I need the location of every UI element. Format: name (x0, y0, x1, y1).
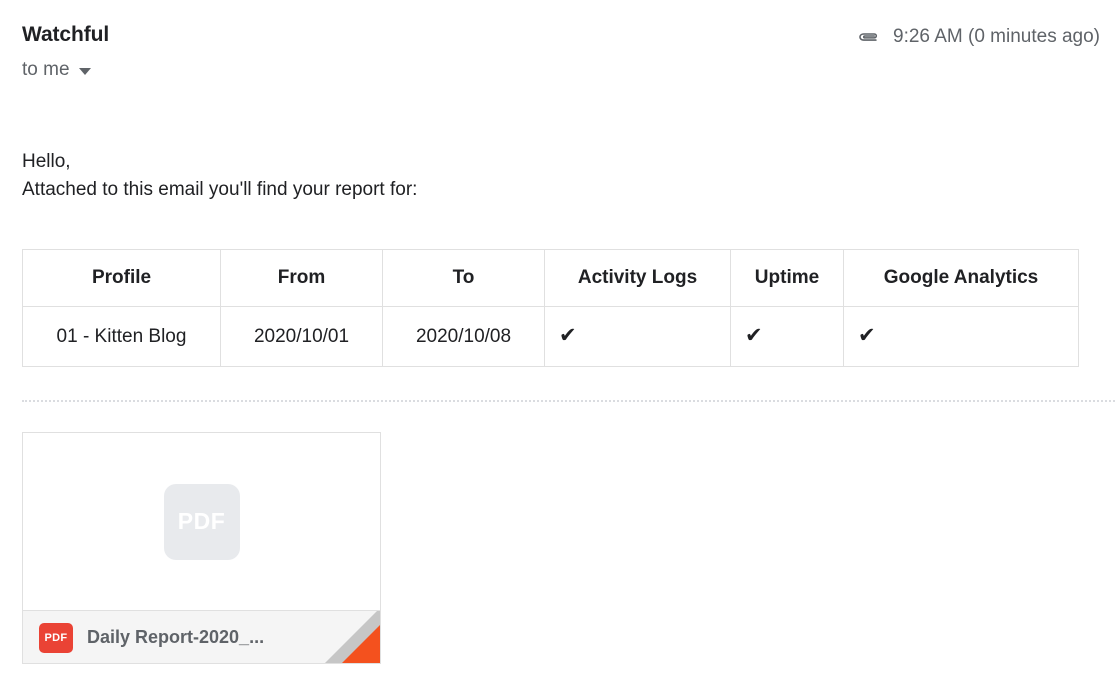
recipient-row[interactable]: to me (22, 59, 1100, 81)
column-header-profile: Profile (22, 249, 221, 307)
column-header-from: From (220, 249, 383, 307)
pdf-badge-label: PDF (44, 631, 68, 644)
checkmark-icon: ✔ (559, 324, 577, 347)
cell-uptime: ✔ (730, 306, 844, 367)
body-intro: Attached to this email you'll find your … (22, 179, 418, 200)
section-divider (22, 400, 1115, 402)
column-header-google-analytics: Google Analytics (843, 249, 1079, 307)
attachment-filename: Daily Report-2020_... (87, 627, 265, 647)
body-greeting: Hello, (22, 151, 71, 172)
checkmark-icon: ✔ (745, 324, 763, 347)
message-header: Watchful 9:26 AM (0 minutes ago) to me (0, 0, 1118, 81)
cell-from: 2020/10/01 (220, 306, 383, 367)
cell-to: 2020/10/08 (382, 306, 545, 367)
cell-activity-logs: ✔ (544, 306, 731, 367)
corner-fold-red-icon (341, 625, 380, 663)
chevron-down-icon[interactable] (78, 68, 91, 75)
header-meta: 9:26 AM (0 minutes ago) (857, 22, 1100, 48)
table-row: 01 - Kitten Blog 2020/10/01 2020/10/08 ✔… (22, 306, 1079, 367)
paperclip-icon (857, 29, 881, 46)
sender-name: Watchful (22, 23, 110, 46)
attachment-card[interactable]: PDF PDF Daily Report-2020_... (22, 432, 381, 664)
table-header-row: Profile From To Activity Logs Uptime Goo… (22, 249, 1079, 307)
column-header-uptime: Uptime (730, 249, 844, 307)
header-top-row: Watchful 9:26 AM (0 minutes ago) (22, 22, 1100, 48)
column-header-activity-logs: Activity Logs (544, 249, 731, 307)
column-header-to: To (382, 249, 545, 307)
pdf-placeholder-label: PDF (177, 508, 226, 534)
recipient-label: to me (22, 59, 70, 80)
report-table: Profile From To Activity Logs Uptime Goo… (22, 249, 1079, 367)
message-timestamp: 9:26 AM (0 minutes ago) (893, 26, 1100, 47)
checkmark-icon: ✔ (858, 324, 876, 347)
cell-profile: 01 - Kitten Blog (22, 306, 221, 367)
attachment-preview[interactable]: PDF (23, 433, 380, 610)
message-body: Hello, Attached to this email you'll fin… (22, 148, 1082, 204)
attachment-footer[interactable]: PDF Daily Report-2020_... (23, 610, 380, 663)
pdf-file-icon: PDF (39, 622, 73, 653)
cell-google-analytics: ✔ (843, 306, 1079, 367)
pdf-placeholder-icon: PDF (163, 483, 240, 560)
